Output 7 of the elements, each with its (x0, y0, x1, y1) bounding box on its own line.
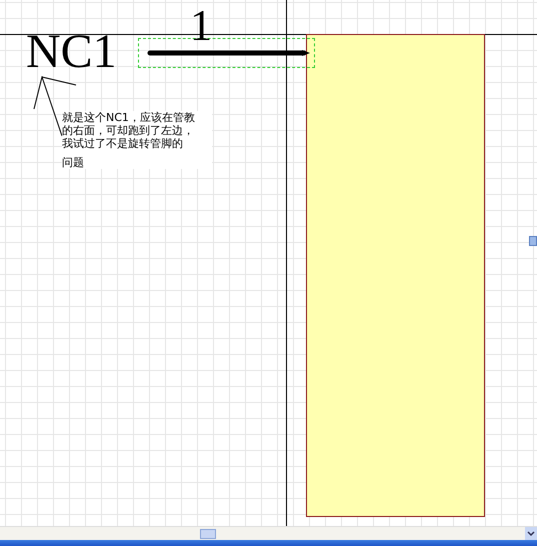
pin-line[interactable] (146, 49, 310, 57)
scroll-thumb[interactable] (200, 529, 216, 539)
panel-tab[interactable] (529, 236, 537, 246)
horizontal-scrollbar[interactable] (0, 526, 537, 540)
pin-name: NC1 (26, 28, 117, 76)
annotation-text: 就是这个NC1，应该在管教 的右面，可却跑到了左边， 我试过了不是旋转管脚的 问题 (62, 111, 212, 169)
scroll-down-icon[interactable] (525, 527, 537, 540)
